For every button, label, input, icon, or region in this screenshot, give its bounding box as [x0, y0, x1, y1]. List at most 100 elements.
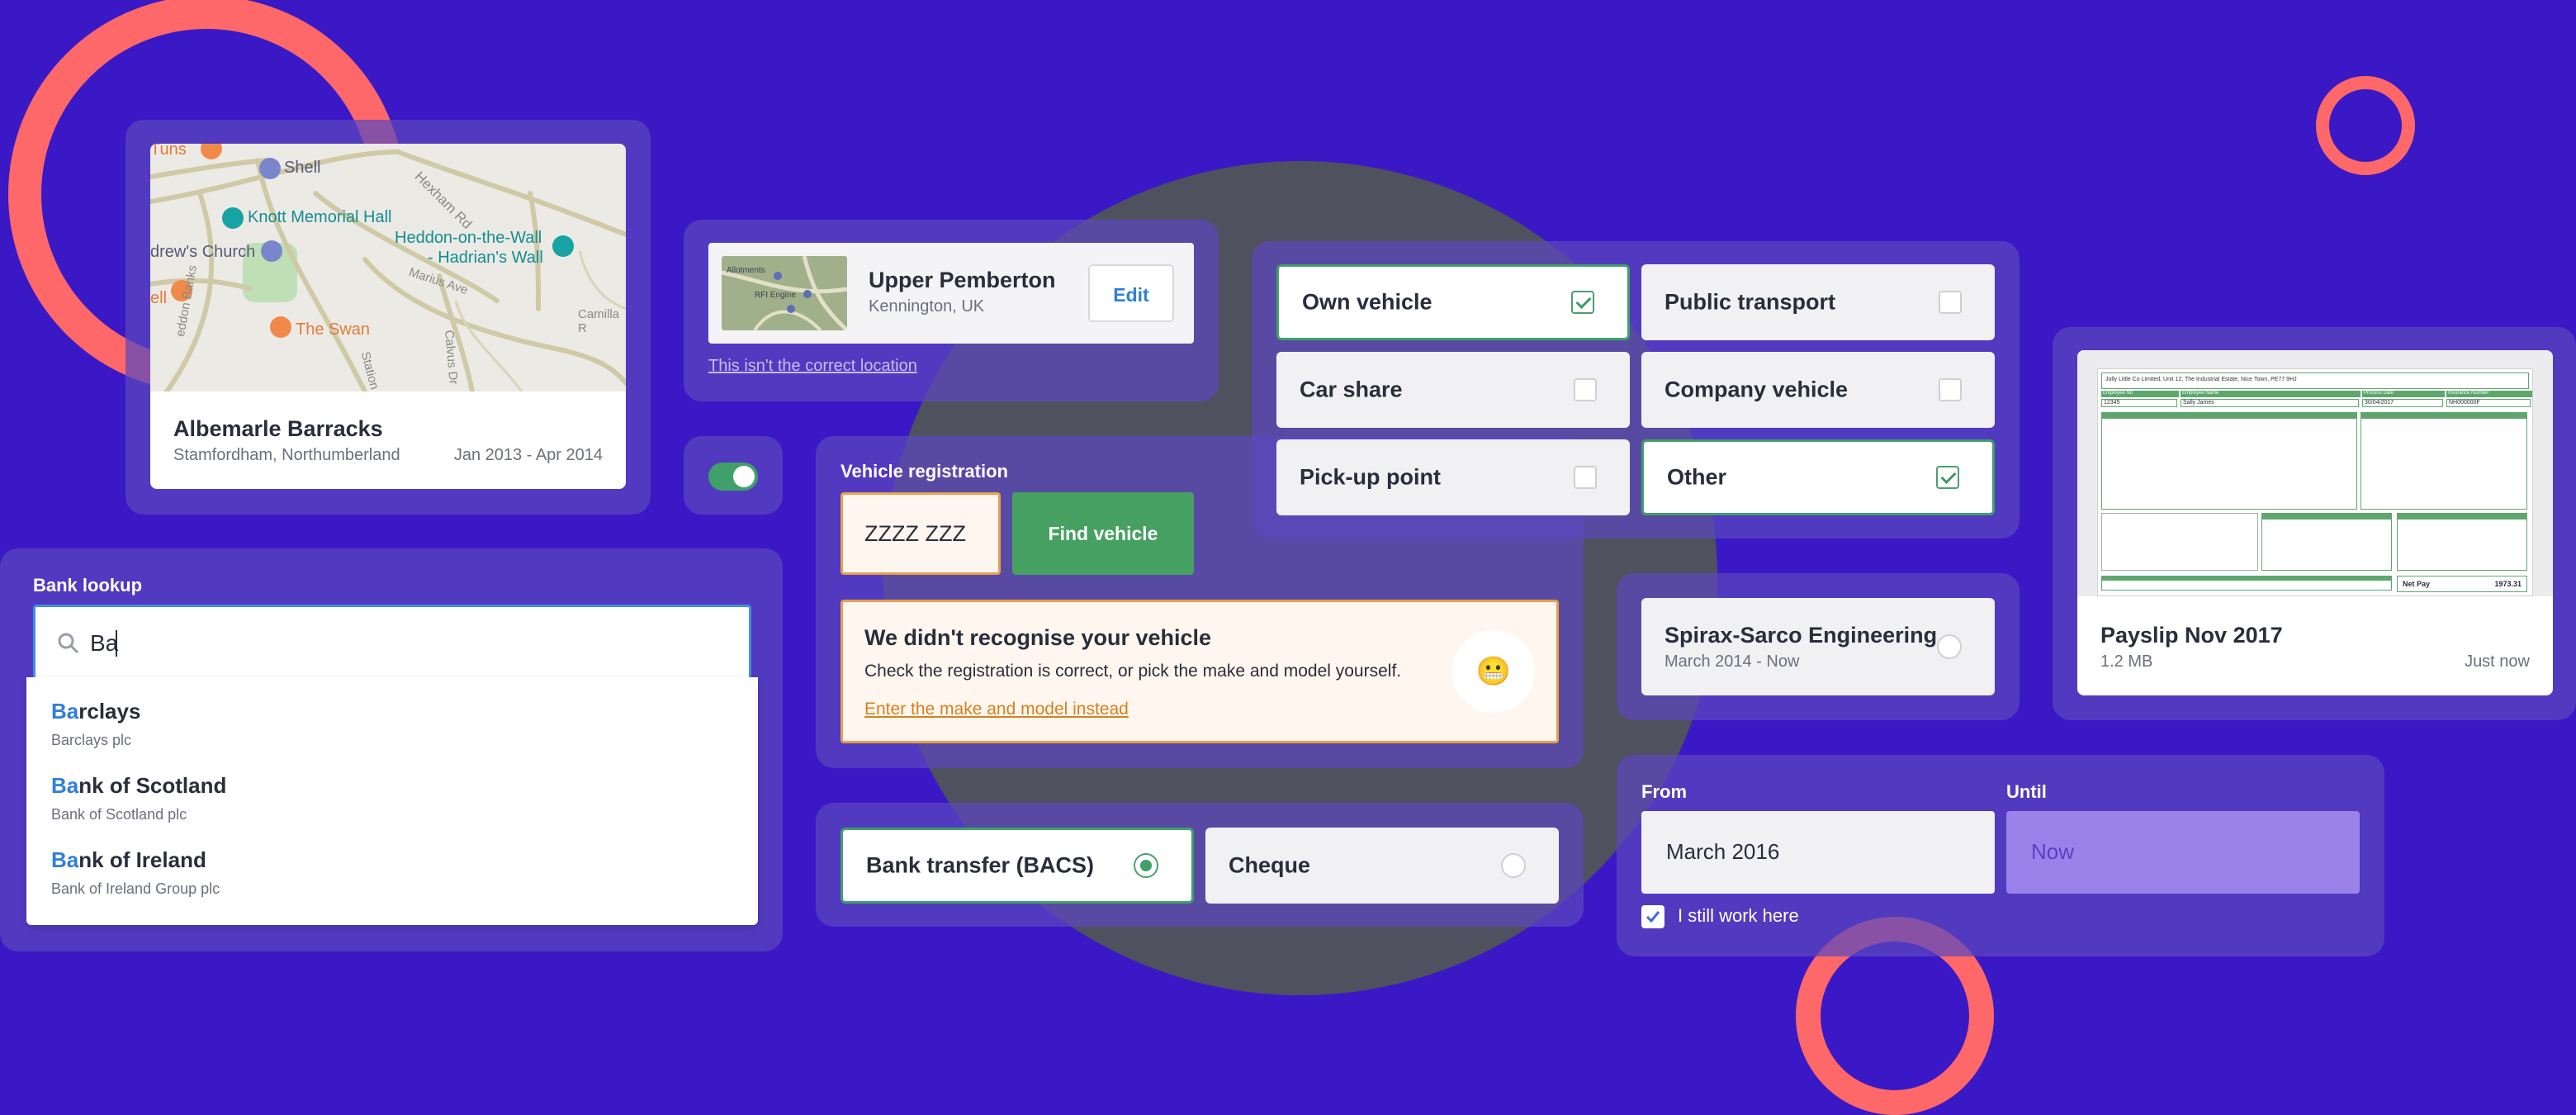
map-label-tuns: Tuns: [150, 144, 187, 159]
address-subtitle: Kennington, UK: [869, 297, 985, 316]
map-label-heddon: Heddon-on-the-Wall: [395, 229, 542, 247]
payslip-preview: Jolly Little Co Limited, Unit 12, The In…: [2077, 350, 2553, 596]
payment-option-cheque-label: Cheque: [1229, 852, 1311, 878]
own-vehicle-checkbox[interactable]: [1571, 291, 1594, 314]
payslip-footer-row: [2101, 576, 2392, 591]
bank-result-sub: Bank of Ireland Group plc: [51, 880, 220, 897]
edit-button[interactable]: Edit: [1088, 264, 1174, 322]
vehicle-warning-title: We didn't recognise your vehicle: [864, 625, 1212, 650]
bank-result-scotland[interactable]: Bank of Scotland Bank of Scotland plc: [26, 770, 758, 831]
find-vehicle-button[interactable]: Find vehicle: [1012, 492, 1194, 575]
payslip-company-bar: Jolly Little Co Limited, Unit 12, The In…: [2101, 372, 2529, 389]
payslip-title: Payslip Nov 2017: [2100, 623, 2283, 648]
location-dates: Jan 2013 - Apr 2014: [453, 446, 603, 464]
employer-radio[interactable]: [1937, 634, 1962, 659]
payslip-header-4: Insurance Number: [2446, 391, 2532, 397]
option-pick-up-point[interactable]: Pick-up point: [1276, 439, 1630, 515]
check-icon: [1646, 911, 1660, 923]
still-work-label: I still work here: [1678, 905, 1799, 926]
public-transport-checkbox[interactable]: [1939, 291, 1962, 314]
until-label: Until: [2006, 781, 2047, 802]
payslip-document: Jolly Little Co Limited, Unit 12, The In…: [2097, 368, 2533, 596]
search-icon: [58, 633, 79, 654]
bank-search-query: Ba: [90, 630, 119, 656]
option-public-transport-label: Public transport: [1664, 289, 1836, 315]
payslip-year-to-date: [2397, 513, 2527, 571]
incorrect-location-link[interactable]: This isn't the correct location: [708, 357, 917, 376]
map-label-swan: The Swan: [296, 320, 371, 339]
thumb-label-allotments: Allotments: [727, 266, 765, 275]
car-share-checkbox[interactable]: [1574, 378, 1597, 401]
bacs-radio[interactable]: [1134, 853, 1158, 878]
bank-lookup-label: Bank lookup: [33, 575, 143, 595]
payment-option-bacs-label: Bank transfer (BACS): [866, 852, 1095, 878]
vehicle-registration-input[interactable]: [841, 492, 1001, 575]
vehicle-warning-box: We didn't recognise your vehicle Check t…: [841, 600, 1559, 743]
bank-result-rest: rclays: [78, 699, 141, 724]
vehicle-registration-label: Vehicle registration: [841, 461, 1008, 482]
payslip-payments-table: [2101, 412, 2357, 510]
toggle-knob: [733, 466, 755, 487]
option-own-vehicle[interactable]: Own vehicle: [1276, 264, 1630, 340]
bank-result-sub: Bank of Scotland plc: [51, 806, 187, 823]
from-date-value: March 2016: [1666, 839, 1780, 864]
bank-result-name: Bank of Scotland: [51, 773, 226, 799]
option-company-vehicle[interactable]: Company vehicle: [1641, 352, 1995, 428]
payment-option-cheque[interactable]: Cheque: [1205, 828, 1559, 904]
until-date-value: Now: [2031, 839, 2075, 864]
until-date-field[interactable]: Now: [2006, 811, 2360, 894]
payment-option-bacs[interactable]: Bank transfer (BACS): [841, 828, 1194, 904]
map-label-church: drew's Church: [150, 243, 256, 261]
map-label-ell: ell: [150, 289, 168, 307]
payslip-deductions-table: [2361, 412, 2527, 510]
thumb-label-engine: RFI Engine: [755, 291, 797, 300]
address-title: Upper Pemberton: [869, 268, 1056, 292]
address-card: Allotments RFI Engine Upper Pemberton Ke…: [708, 243, 1194, 344]
payslip-net-pay-box: Net Pay 1973.31: [2397, 576, 2527, 592]
map-label-camilla: Camilla R: [578, 307, 620, 335]
other-checkbox[interactable]: [1936, 466, 1959, 489]
company-vehicle-checkbox[interactable]: [1939, 378, 1962, 401]
payslip-time: Just now: [2465, 652, 2530, 671]
bank-result-ireland[interactable]: Bank of Ireland Bank of Ireland Group pl…: [26, 844, 758, 905]
option-pick-up-point-label: Pick-up point: [1300, 464, 1441, 490]
option-own-vehicle-label: Own vehicle: [1302, 289, 1432, 315]
vehicle-warning-body: Check the registration is correct, or pi…: [864, 662, 1402, 681]
payslip-net-pay-label: Net Pay: [2403, 580, 2431, 588]
cheque-radio[interactable]: [1501, 853, 1526, 878]
option-public-transport[interactable]: Public transport: [1641, 264, 1995, 340]
option-other-label: Other: [1667, 464, 1727, 490]
payslip-header-row: Employee No Employee Name Process Date I…: [2101, 391, 2532, 409]
payslip-value-2: Sally James: [2181, 399, 2359, 407]
payslip-header-3: Process Date: [2362, 391, 2445, 397]
option-car-share[interactable]: Car share: [1276, 352, 1630, 428]
emoji-glyph: 😬: [1475, 656, 1512, 687]
text-caret: [116, 630, 117, 657]
from-label: From: [1641, 781, 1687, 802]
bank-result-barclays[interactable]: Barclays Barclays plc: [26, 695, 758, 757]
still-work-checkbox[interactable]: [1641, 905, 1664, 928]
employer-option[interactable]: Spirax-Sarco Engineering March 2014 - No…: [1641, 598, 1995, 695]
option-other[interactable]: Other: [1641, 439, 1995, 515]
from-date-field[interactable]: March 2016: [1641, 811, 1995, 894]
map-label-knott: Knott Memorial Hall: [248, 208, 392, 226]
pick-up-point-checkbox[interactable]: [1574, 466, 1597, 489]
address-map-thumb: Allotments RFI Engine: [722, 256, 847, 330]
location-subtitle: Stamfordham, Northumberland: [173, 446, 400, 464]
payslip-card[interactable]: Jolly Little Co Limited, Unit 12, The In…: [2077, 350, 2553, 695]
bank-result-name: Bank of Ireland: [51, 847, 206, 873]
toggle-switch[interactable]: [708, 463, 758, 491]
payslip-value-3: 30/04/2017: [2362, 399, 2443, 407]
bank-result-name: Barclays: [51, 699, 140, 724]
payslip-net-pay-value: 1973.31: [2494, 580, 2522, 588]
location-map: Tuns Shell Knott Memorial Hall Hexham Rd…: [150, 144, 626, 391]
bank-result-match: Ba: [51, 773, 79, 798]
location-card[interactable]: Tuns Shell Knott Memorial Hall Hexham Rd…: [150, 144, 626, 489]
option-company-vehicle-label: Company vehicle: [1664, 377, 1849, 402]
map-label-shell: Shell: [284, 159, 321, 177]
map-roads: [150, 144, 626, 391]
bank-result-sub: Barclays plc: [51, 732, 132, 748]
payslip-header-2: Employee Name: [2181, 391, 2361, 397]
enter-make-model-link[interactable]: Enter the make and model instead: [864, 700, 1129, 719]
bank-search-field[interactable]: Ba: [33, 605, 751, 681]
